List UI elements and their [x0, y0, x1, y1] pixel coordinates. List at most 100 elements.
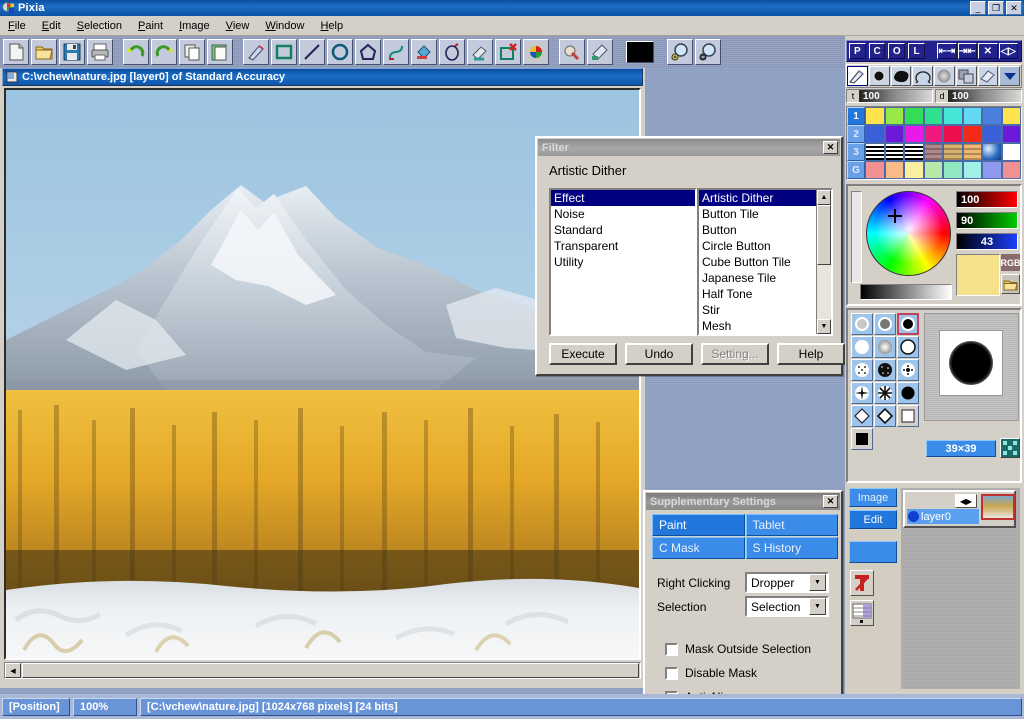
layers-list[interactable]: ◀▶ layer0 [901, 488, 1020, 689]
palette-swatch[interactable] [924, 143, 944, 161]
eraser-icon[interactable] [467, 39, 493, 65]
palette-swatch[interactable] [982, 125, 1002, 143]
dense-dot-brush-icon[interactable] [874, 359, 896, 381]
right-clicking-combo[interactable]: Dropper ▼ [745, 572, 829, 593]
paint-bucket-icon[interactable] [411, 39, 437, 65]
cycle-button[interactable]: ◁▷ [999, 43, 1018, 59]
pencil-tool-icon[interactable] [847, 66, 868, 86]
foreground-color-swatch[interactable] [626, 41, 654, 63]
hue-wheel[interactable] [866, 191, 951, 276]
brush-pencil-icon[interactable] [243, 39, 269, 65]
mask-outside-selection-checkbox[interactable]: Mask Outside Selection [665, 642, 811, 656]
palette-swatch[interactable] [963, 161, 983, 179]
undo-arrow-icon[interactable] [123, 39, 149, 65]
scatter-dot-brush-icon[interactable] [897, 359, 919, 381]
palette-swatch[interactable] [865, 161, 885, 179]
menu-item-edit[interactable]: Edit [34, 18, 69, 34]
palette-swatch[interactable] [865, 125, 885, 143]
hard-black-brush-icon[interactable] [897, 313, 919, 335]
brush-size-label[interactable]: 39×39 [926, 440, 996, 457]
layer-properties-button[interactable] [850, 600, 874, 626]
open-palette-folder-icon[interactable] [1001, 274, 1020, 294]
palette-swatch[interactable] [963, 107, 983, 125]
thickness-slider[interactable]: t 100 [846, 89, 933, 103]
filter-dialog-title-bar[interactable]: Filter ✕ [538, 139, 840, 156]
selection-combo[interactable]: Selection ▼ [745, 596, 829, 617]
diamond-outline-brush-icon[interactable] [851, 405, 873, 427]
menu-item-selection[interactable]: Selection [69, 18, 130, 34]
brightness-bar[interactable] [851, 191, 862, 283]
help-button[interactable]: Help [777, 343, 845, 365]
copy-icon[interactable] [179, 39, 205, 65]
scroll-up-arrow[interactable]: ▲ [817, 190, 831, 205]
chevron-down-icon[interactable]: ▼ [809, 598, 826, 615]
solid-black-brush-icon[interactable] [897, 382, 919, 404]
print-icon[interactable] [87, 39, 113, 65]
supplementary-dialog-title-bar[interactable]: Supplementary Settings ✕ [646, 493, 840, 510]
palette-swatch[interactable] [963, 143, 983, 161]
list-item[interactable]: Effect [551, 190, 695, 206]
filter-dialog-close-button[interactable]: ✕ [823, 141, 838, 154]
menu-item-view[interactable]: View [218, 18, 258, 34]
close-all-button[interactable]: ✕ [978, 43, 997, 59]
nav-p-button[interactable]: P [849, 43, 866, 59]
green-channel-bar[interactable]: 90 [956, 212, 1018, 229]
palette-swatch[interactable] [885, 143, 905, 161]
list-item[interactable]: Cube Button Tile [699, 254, 831, 270]
palette-swatch[interactable] [904, 107, 924, 125]
palette-swatch[interactable] [943, 107, 963, 125]
soft-ring-brush-icon[interactable] [851, 313, 873, 335]
menu-item-window[interactable]: Window [257, 18, 312, 34]
texture-swatch-icon[interactable] [1000, 438, 1020, 458]
list-item[interactable]: Mesh [699, 318, 831, 334]
palette-swatch[interactable] [885, 125, 905, 143]
palette-swatch[interactable] [982, 143, 1002, 161]
palette-swatch[interactable] [885, 107, 905, 125]
list-item[interactable]: Artistic Dither [699, 190, 831, 206]
line-icon[interactable] [299, 39, 325, 65]
soft-brush-tool-icon[interactable] [869, 66, 890, 86]
palette-swatch[interactable] [982, 161, 1002, 179]
grayscale-bar[interactable] [860, 284, 952, 300]
list-item[interactable]: Standard [551, 222, 695, 238]
filter-effect-listbox[interactable]: Artistic Dither Button Tile Button Circl… [697, 188, 833, 336]
scroll-thumb[interactable] [22, 663, 639, 678]
palette-row-label-1[interactable]: 1 [847, 107, 865, 125]
filter-effect-scrollbar[interactable]: ▲ ▼ [816, 190, 831, 334]
color-wheel-icon[interactable] [523, 39, 549, 65]
density-slider[interactable]: d 100 [935, 89, 1022, 103]
zoom-in-icon[interactable] [667, 39, 693, 65]
table-row[interactable]: layer0 [907, 509, 979, 524]
palette-row-label-3[interactable]: 3 [847, 143, 865, 161]
dropdown-more-tools-icon[interactable] [999, 66, 1020, 86]
execute-button[interactable]: Execute [549, 343, 617, 365]
lasso-icon[interactable] [439, 39, 465, 65]
palette-swatch[interactable] [924, 107, 944, 125]
nav-o-button[interactable]: O [888, 43, 905, 59]
palette-swatch[interactable] [904, 125, 924, 143]
gradient-circle-tool-icon[interactable] [934, 66, 955, 86]
layer-thumbnail[interactable] [981, 494, 1015, 520]
eraser-tool-icon[interactable] [978, 66, 999, 86]
open-folder-icon[interactable] [31, 39, 57, 65]
crop-delete-icon[interactable] [495, 39, 521, 65]
scroll-left-arrow[interactable]: ◀ [5, 663, 21, 678]
list-item[interactable]: Transparent [551, 238, 695, 254]
brush-shape-grid[interactable] [851, 313, 919, 450]
align-button[interactable]: ⇥⇤ [958, 43, 977, 59]
minimize-button[interactable]: _ [970, 1, 986, 15]
dotted-circle-brush-icon[interactable] [851, 359, 873, 381]
supplementary-dialog-close-button[interactable]: ✕ [823, 495, 838, 508]
layers-tool-icon[interactable] [956, 66, 977, 86]
list-item[interactable]: Button [699, 222, 831, 238]
tab-tablet[interactable]: Tablet [746, 514, 839, 536]
palette-swatch[interactable] [885, 161, 905, 179]
list-item[interactable]: Circle Button [699, 238, 831, 254]
black-square-brush-icon[interactable] [851, 428, 873, 450]
current-color-swatch[interactable] [956, 254, 1000, 296]
tab-image[interactable]: Image [849, 488, 897, 507]
palette-swatch[interactable] [865, 143, 885, 161]
menu-item-image[interactable]: Image [171, 18, 218, 34]
gray-blob-brush-icon[interactable] [874, 313, 896, 335]
airbrush-tool-icon[interactable] [912, 66, 933, 86]
